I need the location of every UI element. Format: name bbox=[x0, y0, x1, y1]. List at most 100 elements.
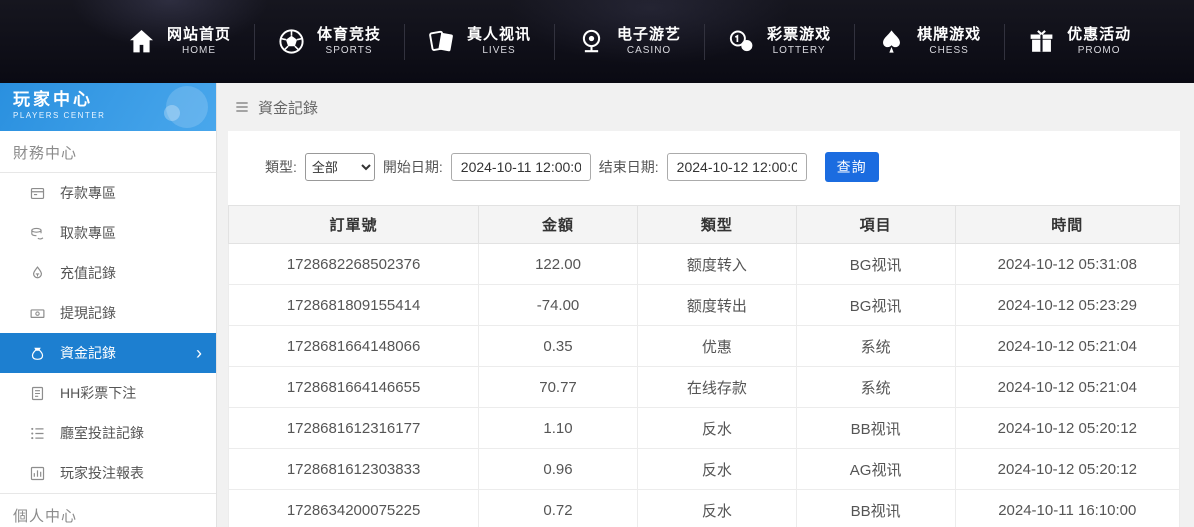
end-date-input[interactable] bbox=[667, 153, 807, 181]
sidebar-menu: 存款專區取款專區充值記錄提現記錄資金記錄 › HH彩票下注廳室投註記錄玩家投注報表 bbox=[0, 173, 216, 493]
section-personal-center: 個人中心 bbox=[0, 493, 216, 527]
withdrawal-record-icon bbox=[29, 305, 46, 322]
table-cell: 1728681612316177 bbox=[229, 408, 479, 449]
nav-label-zh: 真人视讯 bbox=[467, 26, 531, 45]
menu-icon bbox=[234, 99, 250, 115]
nav-item-sports[interactable]: 体育竞技SPORTS bbox=[254, 18, 404, 66]
sidebar-item-player-bet-report[interactable]: 玩家投注報表 bbox=[0, 453, 216, 493]
column-header: 類型 bbox=[637, 206, 796, 244]
recharge-record-icon bbox=[29, 265, 46, 282]
nav-label-en: PROMO bbox=[1078, 45, 1121, 58]
column-header: 訂單號 bbox=[229, 206, 479, 244]
lottery-bet-icon bbox=[29, 385, 46, 402]
table-cell: 1728681612303833 bbox=[229, 449, 479, 490]
table-cell: 2024-10-12 05:31:08 bbox=[955, 244, 1179, 285]
sidebar-item-withdrawal-records[interactable]: 提現記錄 bbox=[0, 293, 216, 333]
nav-label-en: HOME bbox=[182, 45, 216, 58]
nav-label-zh: 优惠活动 bbox=[1067, 26, 1131, 45]
table-cell: 2024-10-12 05:20:12 bbox=[955, 449, 1179, 490]
table-cell: 70.77 bbox=[479, 367, 638, 408]
sidebar-item-funds-records[interactable]: 資金記錄 › bbox=[0, 333, 216, 373]
nav-item-casino[interactable]: 电子游艺CASINO bbox=[554, 18, 704, 66]
sidebar-item-label: 資金記錄 bbox=[60, 343, 116, 363]
table-cell: 1728634200075225 bbox=[229, 490, 479, 527]
nav-label-zh: 体育竞技 bbox=[317, 26, 381, 45]
chevron-right-icon: › bbox=[196, 344, 216, 362]
nav-label-en: CHESS bbox=[929, 45, 968, 58]
top-navigation: 网站首页HOME体育竞技SPORTS真人视讯LIVES电子游艺CASINO彩票游… bbox=[0, 0, 1194, 83]
top-nav-items: 网站首页HOME体育竞技SPORTS真人视讯LIVES电子游艺CASINO彩票游… bbox=[104, 18, 1154, 66]
sidebar-item-label: 廳室投註記錄 bbox=[60, 423, 144, 443]
funds-record-icon bbox=[29, 345, 46, 362]
table-cell: BG视讯 bbox=[796, 285, 955, 326]
sidebar-title: 玩家中心 bbox=[13, 89, 216, 111]
nav-label-zh: 彩票游戏 bbox=[767, 26, 831, 45]
players-center-header: 玩家中心 PLAYERS CENTER bbox=[0, 83, 216, 131]
nav-item-promo[interactable]: 优惠活动PROMO bbox=[1004, 18, 1154, 66]
table-cell: 2024-10-12 05:23:29 bbox=[955, 285, 1179, 326]
table-body: 1728682268502376122.00额度转入BG视讯2024-10-12… bbox=[229, 244, 1180, 527]
table-row: 1728681809155414-74.00额度转出BG视讯2024-10-12… bbox=[229, 285, 1180, 326]
table-cell: 反水 bbox=[637, 490, 796, 527]
column-header: 項目 bbox=[796, 206, 955, 244]
table-row: 17286816123161771.10反水BB视讯2024-10-12 05:… bbox=[229, 408, 1180, 449]
lottery-icon bbox=[727, 27, 756, 56]
live-casino-icon bbox=[427, 27, 456, 56]
table-row: 17286816123038330.96反水AG视讯2024-10-12 05:… bbox=[229, 449, 1180, 490]
records-panel: 類型: 全部 開始日期: 结束日期: 查詢 訂單號金額類型項目時間 172868… bbox=[228, 131, 1180, 527]
chess-icon bbox=[877, 27, 906, 56]
table-cell: 反水 bbox=[637, 408, 796, 449]
table-cell: 2024-10-11 16:10:00 bbox=[955, 490, 1179, 527]
withdraw-icon bbox=[29, 225, 46, 242]
table-cell: 2024-10-12 05:21:04 bbox=[955, 367, 1179, 408]
column-header: 金額 bbox=[479, 206, 638, 244]
deposit-icon bbox=[29, 185, 46, 202]
table-cell: 0.72 bbox=[479, 490, 638, 527]
nav-item-chess[interactable]: 棋牌游戏CHESS bbox=[854, 18, 1004, 66]
table-cell: 2024-10-12 05:21:04 bbox=[955, 326, 1179, 367]
search-button[interactable]: 查詢 bbox=[825, 152, 879, 182]
table-cell: 在线存款 bbox=[637, 367, 796, 408]
table-header-row: 訂單號金額類型項目時間 bbox=[229, 206, 1180, 244]
nav-label-en: LIVES bbox=[482, 45, 515, 58]
table-cell: 1728681809155414 bbox=[229, 285, 479, 326]
section-finance-center: 財務中心 bbox=[0, 131, 216, 173]
table-row: 1728682268502376122.00额度转入BG视讯2024-10-12… bbox=[229, 244, 1180, 285]
table-cell: 2024-10-12 05:20:12 bbox=[955, 408, 1179, 449]
sidebar-item-label: 玩家投注報表 bbox=[60, 463, 144, 483]
nav-item-home[interactable]: 网站首页HOME bbox=[104, 18, 254, 66]
table-row: 17286816641480660.35优惠系统2024-10-12 05:21… bbox=[229, 326, 1180, 367]
sidebar-item-hh-lottery-bets[interactable]: HH彩票下注 bbox=[0, 373, 216, 413]
nav-item-lottery[interactable]: 彩票游戏LOTTERY bbox=[704, 18, 854, 66]
bet-report-icon bbox=[29, 465, 46, 482]
table-cell: 系统 bbox=[796, 326, 955, 367]
table-cell: 0.35 bbox=[479, 326, 638, 367]
page-title: 資金記錄 bbox=[258, 97, 318, 118]
table-cell: 122.00 bbox=[479, 244, 638, 285]
sidebar-item-deposit-area[interactable]: 存款專區 bbox=[0, 173, 216, 213]
table-cell: 额度转出 bbox=[637, 285, 796, 326]
table-cell: BB视讯 bbox=[796, 408, 955, 449]
table-cell: 1728681664148066 bbox=[229, 326, 479, 367]
sidebar-item-hall-bet-records[interactable]: 廳室投註記錄 bbox=[0, 413, 216, 453]
nav-label-zh: 电子游艺 bbox=[617, 26, 681, 45]
nav-item-lives[interactable]: 真人视讯LIVES bbox=[404, 18, 554, 66]
table-cell: 系统 bbox=[796, 367, 955, 408]
breadcrumb: 資金記錄 bbox=[217, 83, 1194, 131]
table-cell: -74.00 bbox=[479, 285, 638, 326]
table-cell: BG视讯 bbox=[796, 244, 955, 285]
nav-label-en: LOTTERY bbox=[773, 45, 826, 58]
table-cell: 1728681664146655 bbox=[229, 367, 479, 408]
filter-bar: 類型: 全部 開始日期: 结束日期: 查詢 bbox=[228, 152, 1180, 182]
funds-records-table: 訂單號金額類型項目時間 1728682268502376122.00额度转入BG… bbox=[228, 205, 1180, 527]
promo-icon bbox=[1027, 27, 1056, 56]
sidebar: 玩家中心 PLAYERS CENTER 財務中心 存款專區取款專區充值記錄提現記… bbox=[0, 83, 217, 527]
sidebar-item-withdraw-area[interactable]: 取款專區 bbox=[0, 213, 216, 253]
end-date-label: 结束日期: bbox=[599, 157, 659, 177]
sidebar-item-recharge-records[interactable]: 充值記錄 bbox=[0, 253, 216, 293]
start-date-input[interactable] bbox=[451, 153, 591, 181]
sidebar-item-label: 充值記錄 bbox=[60, 263, 116, 283]
type-select[interactable]: 全部 bbox=[305, 153, 375, 181]
start-date-label: 開始日期: bbox=[383, 157, 443, 177]
nav-label-zh: 棋牌游戏 bbox=[917, 26, 981, 45]
